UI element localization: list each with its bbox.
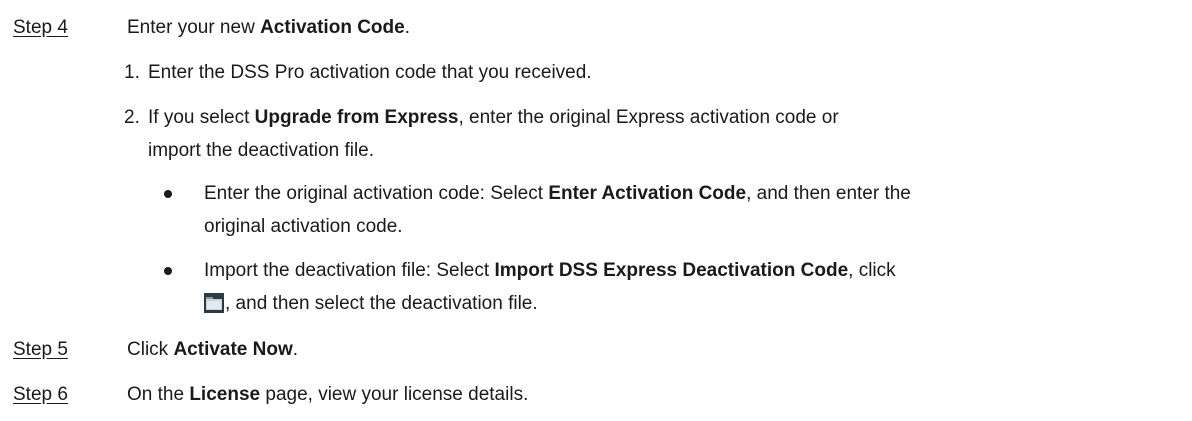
- substep-text-continued: import the deactivation file.: [148, 140, 375, 161]
- bullet-text: Import the deactivation file: Select Imp…: [204, 260, 896, 281]
- bullet-text-continued: original activation code.: [204, 216, 403, 237]
- step-label: Step 6: [13, 384, 68, 405]
- bullet-text-continued: , and then select the deactivation file.: [204, 292, 538, 316]
- substep-number: 1.: [124, 62, 140, 83]
- substep-text: If you select Upgrade from Express, ente…: [148, 107, 839, 128]
- step-label: Step 5: [13, 339, 68, 360]
- step-label: Step 4: [13, 17, 68, 38]
- bullet-dot: [164, 190, 172, 198]
- step-text: On the License page, view your license d…: [127, 384, 529, 405]
- bullet-text: Enter the original activation code: Sele…: [204, 183, 911, 204]
- step-text: Enter your new Activation Code.: [127, 17, 410, 38]
- substep-text: Enter the DSS Pro activation code that y…: [148, 62, 592, 83]
- bullet-dot: [164, 267, 172, 275]
- substep-number: 2.: [124, 107, 140, 128]
- step-text: Click Activate Now.: [127, 339, 299, 360]
- folder-icon[interactable]: [204, 293, 224, 313]
